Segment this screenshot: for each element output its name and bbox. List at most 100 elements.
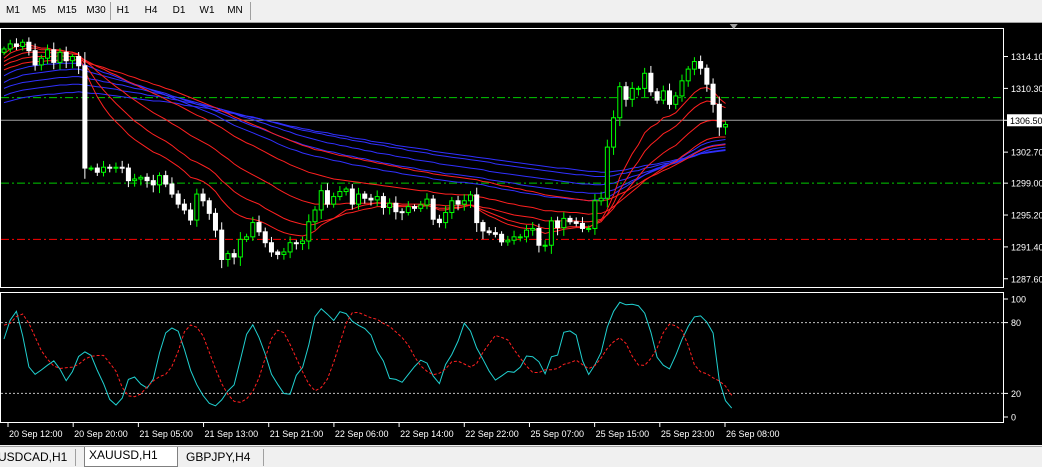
timeframe-m30-button[interactable]: M30	[84, 2, 108, 20]
candle[interactable]	[643, 68, 647, 97]
candle[interactable]	[686, 66, 690, 87]
candle[interactable]	[332, 193, 336, 208]
candle[interactable]	[500, 231, 504, 246]
candle[interactable]	[618, 82, 622, 126]
candle[interactable]	[158, 172, 162, 193]
candle[interactable]	[724, 121, 728, 134]
candle[interactable]	[655, 88, 659, 104]
candle[interactable]	[114, 163, 118, 173]
candle[interactable]	[344, 187, 348, 196]
candle[interactable]	[543, 240, 547, 251]
indicator-pane[interactable]: 10080200	[1, 293, 1027, 423]
candle[interactable]	[164, 171, 168, 187]
candle[interactable]	[294, 240, 298, 249]
candle[interactable]	[556, 217, 560, 236]
candle[interactable]	[612, 110, 616, 155]
candle[interactable]	[269, 237, 273, 257]
timeframe-m15-button[interactable]: M15	[56, 2, 78, 20]
candle[interactable]	[133, 174, 137, 187]
candle[interactable]	[307, 214, 311, 249]
candle[interactable]	[419, 201, 423, 212]
candle[interactable]	[580, 217, 584, 232]
candle[interactable]	[238, 232, 242, 266]
chart-tab[interactable]: GBPJPY,H4	[182, 449, 264, 466]
candle[interactable]	[207, 198, 211, 220]
candle[interactable]	[487, 227, 491, 235]
candle[interactable]	[462, 194, 466, 210]
candle[interactable]	[151, 175, 155, 192]
candle[interactable]	[39, 55, 43, 71]
candle[interactable]	[52, 43, 56, 70]
candle[interactable]	[568, 216, 572, 225]
candle[interactable]	[450, 197, 454, 219]
candle[interactable]	[263, 228, 267, 248]
candle[interactable]	[350, 184, 354, 209]
timeframe-mn-button[interactable]: MN	[224, 2, 246, 20]
candle[interactable]	[338, 186, 342, 200]
candle[interactable]	[282, 248, 286, 260]
candle[interactable]	[319, 185, 323, 220]
candle[interactable]	[668, 84, 672, 110]
candle[interactable]	[413, 204, 417, 211]
candle[interactable]	[400, 208, 404, 220]
chart-tab[interactable]: USDCAD,H1	[0, 449, 76, 466]
candle[interactable]	[605, 140, 609, 208]
timeframe-d1-button[interactable]: D1	[168, 2, 190, 20]
candle[interactable]	[481, 220, 485, 239]
chart-svg[interactable]: 1314.101310.301306.501302.701299.001295.…	[0, 23, 1042, 445]
candle[interactable]	[425, 193, 429, 209]
candle[interactable]	[276, 250, 280, 260]
candle[interactable]	[301, 237, 305, 250]
candle[interactable]	[14, 38, 18, 50]
candle[interactable]	[226, 251, 230, 267]
candle[interactable]	[201, 188, 205, 206]
timeframe-h4-button[interactable]: H4	[140, 2, 162, 20]
timeframe-h1-button[interactable]: H1	[114, 2, 132, 20]
candle[interactable]	[64, 47, 68, 68]
timeframe-m1-button[interactable]: M1	[2, 2, 24, 20]
candle[interactable]	[220, 222, 224, 268]
candle[interactable]	[493, 227, 497, 237]
candle[interactable]	[89, 166, 93, 171]
candle[interactable]	[512, 231, 516, 245]
candle[interactable]	[189, 203, 193, 225]
candle[interactable]	[537, 224, 541, 253]
candle[interactable]	[431, 195, 435, 225]
candle[interactable]	[145, 173, 149, 187]
candle[interactable]	[139, 175, 143, 185]
candle[interactable]	[599, 192, 603, 206]
candle[interactable]	[325, 183, 329, 207]
candle[interactable]	[245, 234, 249, 242]
candle[interactable]	[70, 54, 74, 68]
candle[interactable]	[406, 201, 410, 215]
candle[interactable]	[437, 215, 441, 228]
candle[interactable]	[232, 249, 236, 264]
candle[interactable]	[95, 164, 99, 176]
candle[interactable]	[381, 193, 385, 215]
candle[interactable]	[251, 217, 255, 241]
candle[interactable]	[77, 52, 81, 74]
candle[interactable]	[182, 199, 186, 214]
candle[interactable]	[394, 196, 398, 219]
candle[interactable]	[257, 216, 261, 236]
candle[interactable]	[313, 206, 317, 230]
candle[interactable]	[624, 82, 628, 107]
candle[interactable]	[717, 97, 721, 136]
candle[interactable]	[195, 189, 199, 227]
candle[interactable]	[574, 217, 578, 226]
candle[interactable]	[562, 212, 566, 236]
chart-tab[interactable]: XAUUSD,H1	[84, 447, 178, 467]
candle[interactable]	[170, 177, 174, 197]
candle[interactable]	[661, 86, 665, 105]
timeframe-w1-button[interactable]: W1	[196, 2, 218, 20]
candle[interactable]	[2, 47, 6, 56]
candle[interactable]	[102, 161, 106, 176]
candle[interactable]	[388, 198, 392, 214]
candle[interactable]	[83, 52, 87, 179]
candle[interactable]	[636, 86, 640, 96]
timeframe-m5-button[interactable]: M5	[26, 2, 52, 20]
candle[interactable]	[108, 164, 112, 172]
candle[interactable]	[630, 82, 634, 107]
candle[interactable]	[120, 161, 124, 173]
candle[interactable]	[674, 92, 678, 109]
